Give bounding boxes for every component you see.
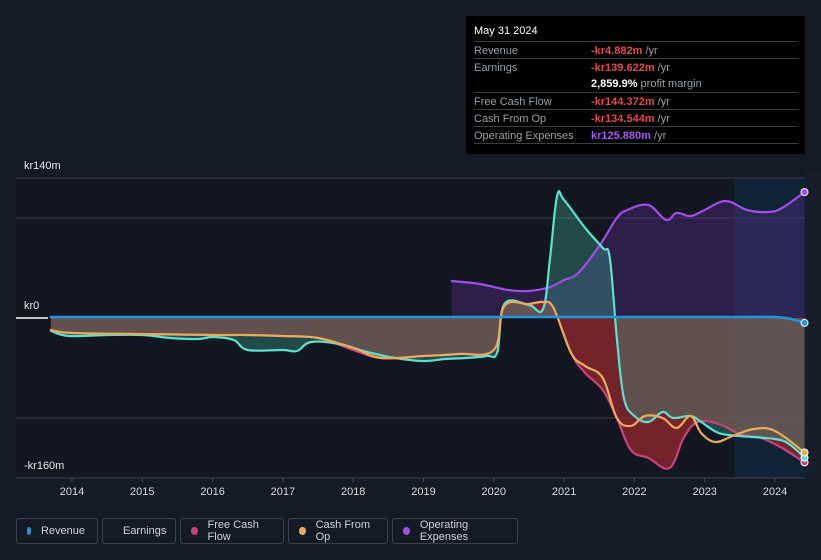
x-tick-label: 2017	[271, 486, 295, 498]
tooltip-row-earnings: Earnings -kr139.622m /yr	[474, 58, 798, 76]
legend-item-free-cash-flow[interactable]: Free Cash Flow	[180, 518, 284, 544]
x-tick-label: 2020	[482, 486, 506, 498]
tooltip-value: -kr4.882m /yr	[591, 45, 658, 57]
tooltip-value: kr125.880m /yr	[591, 130, 667, 142]
legend-label: Free Cash Flow	[207, 519, 259, 543]
y-tick-label-zero: kr0	[24, 300, 40, 312]
x-tick-label: 2014	[60, 486, 84, 498]
y-tick-label-top: kr140m	[24, 160, 61, 172]
tooltip-row-profit-margin: 2,859.9% profit margin	[474, 75, 798, 92]
tooltip-value: 2,859.9% profit margin	[591, 78, 702, 90]
tooltip-label: Cash From Op	[474, 113, 547, 125]
legend-item-earnings[interactable]: Earnings	[102, 518, 176, 544]
x-tick-label: 2019	[411, 486, 435, 498]
legend: Revenue Earnings Free Cash Flow Cash Fro…	[16, 518, 518, 546]
legend-label: Revenue	[40, 525, 85, 537]
x-tick-label: 2022	[622, 486, 646, 498]
tooltip-row-free-cash-flow: Free Cash Flow -kr144.372m /yr	[474, 92, 798, 110]
legend-item-operating-expenses[interactable]: Operating Expenses	[392, 518, 518, 544]
tooltip-label: Operating Expenses	[474, 130, 574, 142]
free-cash-flow-dot-icon	[191, 527, 198, 535]
tooltip-row-operating-expenses: Operating Expenses kr125.880m /yr	[474, 126, 798, 144]
tooltip: May 31 2024 Revenue -kr4.882m /yr Earnin…	[466, 16, 805, 154]
tooltip-value: -kr144.372m /yr	[591, 96, 670, 108]
x-tick-label: 2015	[130, 486, 154, 498]
revenue-dot-icon	[27, 527, 31, 535]
legend-label: Cash From Op	[315, 519, 370, 543]
x-tick-label: 2023	[692, 486, 716, 498]
tooltip-row-revenue: Revenue -kr4.882m /yr	[474, 41, 798, 59]
cash-from-op-dot-icon	[299, 527, 306, 535]
cash-from-op-end-marker	[800, 448, 809, 457]
revenue-end-marker	[800, 318, 809, 327]
tooltip-label: Free Cash Flow	[474, 96, 552, 108]
tooltip-date: May 31 2024	[474, 25, 538, 37]
x-tick-label: 2024	[763, 486, 787, 498]
x-tick-label: 2018	[341, 486, 365, 498]
tooltip-label: Revenue	[474, 45, 519, 57]
tooltip-label: Earnings	[474, 62, 518, 74]
operating-expenses-dot-icon	[403, 527, 410, 535]
x-tick-label: 2016	[200, 486, 224, 498]
legend-label: Earnings	[123, 525, 167, 537]
x-tick-label: 2021	[552, 486, 576, 498]
tooltip-divider	[474, 143, 798, 144]
legend-item-revenue[interactable]: Revenue	[16, 518, 98, 544]
legend-label: Operating Expenses	[419, 519, 469, 543]
operating-expenses-end-marker	[800, 188, 809, 197]
tooltip-value: -kr139.622m /yr	[591, 62, 670, 74]
tooltip-value: -kr134.544m /yr	[591, 113, 670, 125]
y-tick-label-bottom: -kr160m	[24, 460, 65, 472]
x-axis: 2014 2015 2016 2017 2018 2019 2020 2021 2022 2023…	[60, 478, 787, 498]
legend-item-cash-from-op[interactable]: Cash From Op	[288, 518, 388, 544]
tooltip-row-cash-from-op: Cash From Op -kr134.544m /yr	[474, 109, 798, 127]
